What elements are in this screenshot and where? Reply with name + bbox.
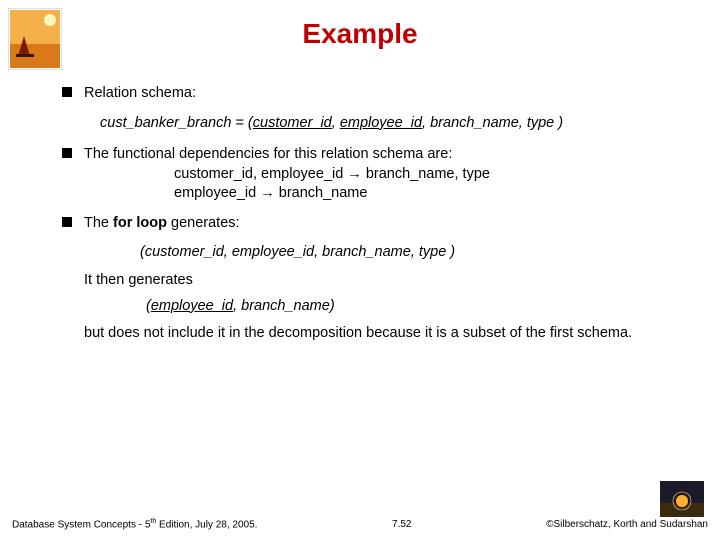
eq: = ( — [231, 115, 252, 131]
footer-left-b: Edition, July 28, 2005. — [156, 519, 257, 530]
fd1-lhs: customer_id, employee_id — [174, 166, 347, 182]
schema-attr1: customer_id — [253, 115, 332, 131]
slide-title: Example — [0, 0, 720, 50]
content-area: Relation schema: cust_banker_branch = (c… — [0, 84, 720, 344]
footer-center: 7.52 — [257, 519, 546, 530]
forloop-bold: for loop — [113, 215, 167, 231]
arrow-icon: → — [347, 166, 362, 182]
then-generates: It then generates — [84, 271, 680, 291]
generated-tuple-1: (customer_id, employee_id, branch_name, … — [140, 243, 680, 263]
generated-tuple-2: (employee_id, branch_name) — [146, 297, 680, 317]
logo-top-left — [8, 8, 62, 70]
fd-line-2: employee_id → branch_name — [174, 184, 680, 204]
footer-left: Database System Concepts - 5th Edition, … — [12, 518, 257, 530]
fd-intro: The functional dependencies for this rel… — [84, 146, 452, 162]
close: ) — [554, 115, 563, 131]
footer-right: ©Silberschatz, Korth and Sudarshan — [546, 519, 708, 530]
logo-bottom-right — [660, 481, 704, 517]
schema-name: cust_banker_branch — [100, 115, 231, 131]
fd2-rhs: branch_name — [275, 185, 368, 201]
footer-right-wrap: ©Silberschatz, Korth and Sudarshan — [546, 481, 708, 530]
fd2-lhs: employee_id — [174, 185, 260, 201]
forloop-prefix: The — [84, 215, 113, 231]
bullet-fds: The functional dependencies for this rel… — [62, 145, 680, 204]
footer-left-a: Database System Concepts - 5 — [12, 519, 150, 530]
g2-a1: employee_id — [151, 298, 233, 314]
forloop-suffix: generates: — [167, 215, 240, 231]
c1: , — [332, 115, 340, 131]
slide: Example Relation schema: cust_banker_bra… — [0, 0, 720, 540]
schema-attr2: employee_id — [340, 115, 422, 131]
g2-close: ) — [330, 298, 335, 314]
schema-definition: cust_banker_branch = (customer_id, emplo… — [100, 114, 680, 134]
fd-line-1: customer_id, employee_id → branch_name, … — [174, 165, 680, 185]
bullet-relation-schema: Relation schema: — [62, 84, 680, 104]
bullet-text: Relation schema: — [84, 85, 196, 101]
arrow-icon: → — [260, 185, 275, 201]
g2-a2: branch_name — [241, 298, 330, 314]
fd1-rhs: branch_name, type — [362, 166, 490, 182]
conclusion-paragraph: but does not include it in the decomposi… — [84, 324, 680, 344]
schema-attr3: branch_name, type — [430, 115, 554, 131]
footer: Database System Concepts - 5th Edition, … — [0, 481, 720, 530]
g2-c: , — [233, 298, 241, 314]
bullet-forloop: The for loop generates: — [62, 214, 680, 234]
c2: , — [422, 115, 430, 131]
